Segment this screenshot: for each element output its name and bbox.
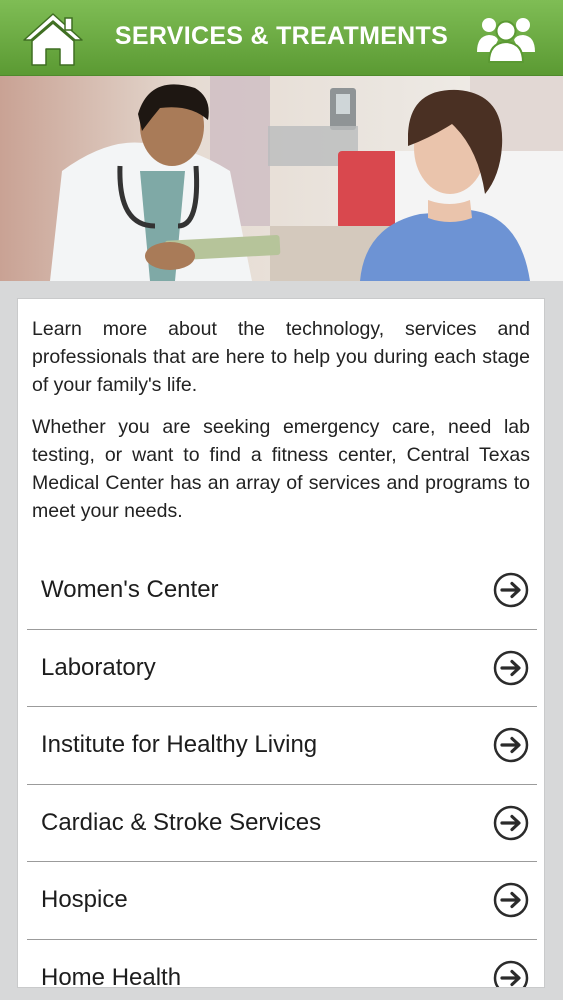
arrow-right-circle-icon [493,805,529,840]
list-item-label: Cardiac & Stroke Services [41,808,322,836]
header-bar: SERVICES & TREATMENTS [0,0,563,76]
arrow-right-circle-icon [493,883,529,918]
services-list: Women's Center Laboratory Institute for … [27,552,537,988]
app-screen: SERVICES & TREATMENTS Learn more about t… [0,0,563,1000]
doctor-patient-photo [0,76,563,281]
people-group-icon [477,18,535,63]
content-card: Learn more about the technology, service… [17,298,545,988]
list-item[interactable]: Cardiac & Stroke Services [27,785,537,862]
people-button[interactable] [474,12,538,66]
list-item-label: Hospice [41,886,128,914]
list-item[interactable]: Laboratory [27,630,537,707]
arrow-right-circle-icon [493,650,529,685]
intro-text: Learn more about the technology, service… [18,299,544,525]
hero-image [0,76,563,281]
list-item-label: Home Health [41,963,182,988]
arrow-right-circle-icon [493,573,529,608]
intro-paragraph: Whether you are seeking emergency care, … [32,416,530,522]
list-item[interactable]: Home Health [27,940,537,988]
list-item[interactable]: Women's Center [27,552,537,630]
list-item[interactable]: Institute for Healthy Living [27,707,537,785]
arrow-right-circle-icon [493,728,529,763]
list-item-label: Women's Center [41,576,219,604]
list-item-label: Institute for Healthy Living [41,731,318,759]
list-item[interactable]: Hospice [27,862,537,940]
intro-paragraph: Learn more about the technology, service… [32,318,530,396]
arrow-right-circle-icon [493,960,529,987]
list-item-label: Laboratory [41,653,156,681]
